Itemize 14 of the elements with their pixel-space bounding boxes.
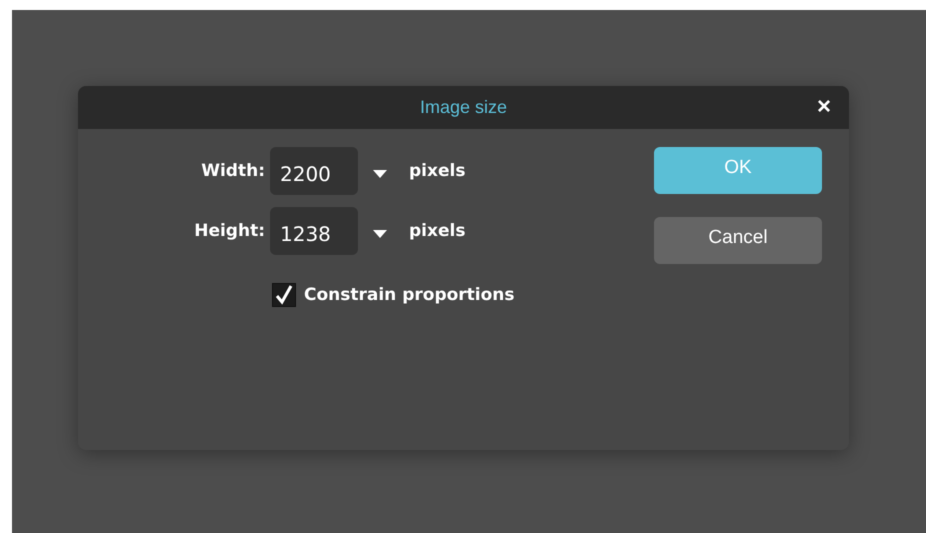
field-label: Height: xyxy=(193,221,265,241)
dialog-title: Image size xyxy=(420,97,508,118)
check-icon xyxy=(275,285,293,305)
unit-label: pixels xyxy=(409,221,466,241)
field-label: Width: xyxy=(200,161,265,181)
dropdown-arrow-icon[interactable] xyxy=(373,170,387,178)
dropdown-arrow-icon[interactable] xyxy=(373,230,387,238)
checkbox[interactable] xyxy=(272,283,296,307)
input-field[interactable]: 2200 xyxy=(270,147,358,195)
input-field[interactable]: 1238 xyxy=(270,207,358,255)
unit-label: pixels xyxy=(409,161,466,181)
checkbox-label: Constrain proportions xyxy=(304,285,515,305)
close-button[interactable]: × xyxy=(816,94,831,120)
cancel-button[interactable]: Cancel xyxy=(654,217,822,264)
